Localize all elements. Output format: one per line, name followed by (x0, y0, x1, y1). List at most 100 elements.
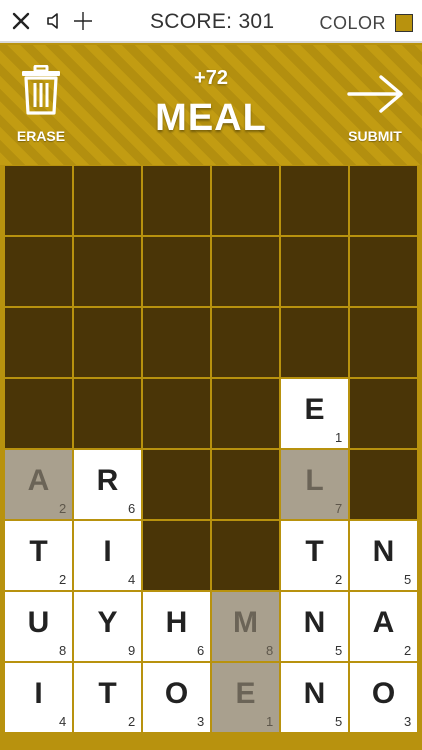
empty-cell (211, 236, 280, 307)
empty-cell (4, 236, 73, 307)
empty-cell (349, 378, 418, 449)
letter-board: E1A2R6L7T2I4T2N5U8Y9H6M8N5A2I4T2O3E1N5O3 (4, 165, 418, 733)
letter-tile[interactable]: T2 (280, 520, 349, 591)
tile-points: 1 (335, 430, 343, 446)
empty-cell (211, 449, 280, 520)
letter-tile[interactable]: E1 (280, 378, 349, 449)
tile-points: 4 (59, 714, 67, 730)
letter-tile[interactable]: U8 (4, 591, 73, 662)
submit-label: SUBMIT (348, 128, 402, 144)
bottom-band (0, 733, 422, 750)
tile-points: 4 (128, 572, 136, 588)
letter-tile[interactable]: A2 (349, 591, 418, 662)
empty-cell (4, 378, 73, 449)
tile-letter: H (165, 605, 188, 639)
color-label[interactable]: COLOR (319, 13, 386, 34)
tile-letter: E (235, 676, 256, 710)
empty-cell (280, 236, 349, 307)
empty-cell (349, 449, 418, 520)
empty-cell (211, 378, 280, 449)
empty-cell (142, 449, 211, 520)
tile-letter: I (34, 676, 43, 710)
letter-tile[interactable]: O3 (349, 662, 418, 733)
letter-tile-selected[interactable]: L7 (280, 449, 349, 520)
empty-cell (211, 520, 280, 591)
arrow-right-icon (345, 75, 405, 119)
tile-letter: Y (97, 605, 118, 639)
letter-tile-selected[interactable]: M8 (211, 591, 280, 662)
empty-cell (211, 165, 280, 236)
tile-letter: A (372, 605, 395, 639)
empty-cell (142, 520, 211, 591)
tile-points: 7 (335, 501, 343, 517)
tile-points: 2 (404, 643, 412, 659)
letter-tile[interactable]: R6 (73, 449, 142, 520)
tile-points: 2 (59, 572, 67, 588)
letter-tile[interactable]: N5 (349, 520, 418, 591)
plus-icon[interactable] (68, 6, 98, 36)
empty-cell (73, 165, 142, 236)
empty-cell (349, 165, 418, 236)
word-header: ERASE +72 MEAL SUBMIT (0, 45, 422, 165)
tile-points: 2 (59, 501, 67, 517)
letter-tile[interactable]: O3 (142, 662, 211, 733)
tile-letter: O (164, 676, 189, 710)
empty-cell (142, 165, 211, 236)
tile-points: 5 (335, 714, 343, 730)
tile-letter: A (27, 463, 50, 497)
letter-tile[interactable]: T2 (73, 662, 142, 733)
tile-points: 9 (128, 643, 136, 659)
close-icon[interactable] (6, 6, 36, 36)
letter-tile[interactable]: I4 (4, 662, 73, 733)
empty-cell (280, 307, 349, 378)
tile-points: 6 (197, 643, 205, 659)
tile-letter: I (103, 534, 112, 568)
empty-cell (4, 307, 73, 378)
empty-cell (349, 307, 418, 378)
letter-tile[interactable]: N5 (280, 662, 349, 733)
empty-cell (211, 307, 280, 378)
top-bar: SCORE: 301 COLOR (0, 0, 422, 43)
tile-letter: L (305, 463, 324, 497)
tile-letter: T (305, 534, 324, 568)
tile-letter: M (233, 605, 258, 639)
tile-points: 5 (404, 572, 412, 588)
empty-cell (280, 165, 349, 236)
empty-cell (73, 378, 142, 449)
letter-tile[interactable]: Y9 (73, 591, 142, 662)
empty-cell (73, 236, 142, 307)
letter-tile-selected[interactable]: E1 (211, 662, 280, 733)
empty-cell (349, 236, 418, 307)
tile-letter: U (27, 605, 50, 639)
letter-tile[interactable]: N5 (280, 591, 349, 662)
empty-cell (142, 378, 211, 449)
submit-button[interactable]: SUBMIT (340, 73, 410, 144)
letter-tile[interactable]: H6 (142, 591, 211, 662)
tile-points: 8 (266, 643, 274, 659)
empty-cell (4, 165, 73, 236)
tile-points: 3 (404, 714, 412, 730)
tile-points: 8 (59, 643, 67, 659)
tile-letter: N (372, 534, 395, 568)
color-swatch[interactable] (395, 14, 413, 32)
tile-letter: N (303, 676, 326, 710)
tile-letter: O (371, 676, 396, 710)
tile-points: 3 (197, 714, 205, 730)
tile-letter: T (98, 676, 117, 710)
score-display: SCORE: 301 (150, 10, 275, 33)
empty-cell (142, 236, 211, 307)
letter-tile[interactable]: T2 (4, 520, 73, 591)
tile-points: 2 (335, 572, 343, 588)
tile-points: 6 (128, 501, 136, 517)
tile-letter: E (304, 392, 325, 426)
tile-points: 1 (266, 714, 274, 730)
tile-points: 5 (335, 643, 343, 659)
letter-tile-selected[interactable]: A2 (4, 449, 73, 520)
empty-cell (73, 307, 142, 378)
tile-points: 2 (128, 714, 136, 730)
tile-letter: N (303, 605, 326, 639)
speaker-icon[interactable] (40, 6, 70, 36)
letter-tile[interactable]: I4 (73, 520, 142, 591)
empty-cell (142, 307, 211, 378)
tile-letter: T (29, 534, 48, 568)
